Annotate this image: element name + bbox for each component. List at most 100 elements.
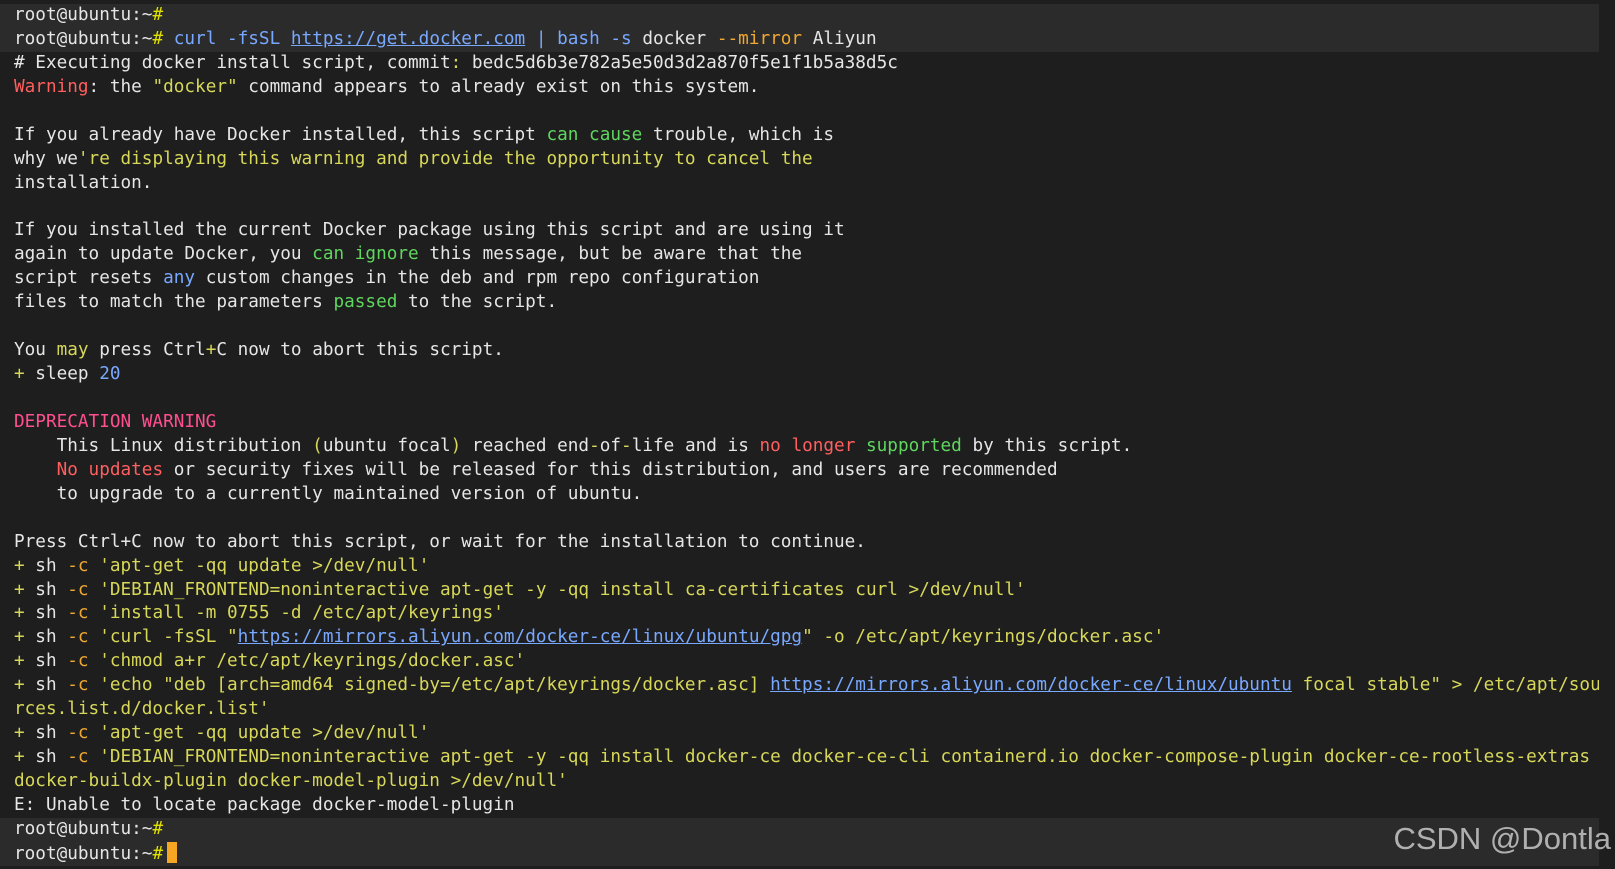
output-line: + sh -c 'curl -fsSL "https://mirrors.ali… xyxy=(0,626,1615,650)
terminal-text: by this script. xyxy=(961,435,1133,456)
terminal-text: -c xyxy=(67,555,89,576)
terminal-text: ) xyxy=(450,435,462,456)
url-link[interactable]: https://mirrors.aliyun.com/docker-ce/lin… xyxy=(238,627,802,647)
terminal-text: ( xyxy=(312,435,323,456)
terminal-text: root@ubuntu:~ xyxy=(14,843,153,864)
output-line: again to update Docker, you can ignore t… xyxy=(0,243,1615,267)
terminal-text: Warning xyxy=(14,76,89,97)
output-line: Warning: the "docker" command appears to… xyxy=(0,76,1615,100)
terminal-text: -c xyxy=(67,627,89,648)
terminal-text: + xyxy=(14,364,25,385)
terminal-text: # Executing docker install script, commi… xyxy=(14,52,451,73)
prompt-line: root@ubuntu:~# xyxy=(0,841,1615,866)
terminal-text: to upgrade to a currently maintained ver… xyxy=(14,483,643,504)
terminal-text: # xyxy=(152,818,164,839)
terminal-text: 'DEBIAN_FRONTEND=noninteractive apt-get … xyxy=(88,747,1601,768)
terminal-text: script resets xyxy=(14,268,164,289)
terminal-text: + xyxy=(14,651,25,672)
terminal-text: : the xyxy=(88,76,153,97)
terminal-text: -c xyxy=(67,747,89,768)
terminal-text: # xyxy=(152,28,164,49)
terminal-output: root@ubuntu:~# root@ubuntu:~# curl -fsSL … xyxy=(0,4,1615,866)
terminal-text: 20 xyxy=(99,364,121,385)
terminal-text: focal stable" > /etc/apt/sou xyxy=(1291,675,1601,696)
terminal-text: -c xyxy=(67,675,89,696)
watermark: CSDN @Dontla xyxy=(1393,821,1611,856)
terminal-text: custom changes in the deb and rpm repo c… xyxy=(195,268,760,289)
output-line: + sh -c 'DEBIAN_FRONTEND=noninteractive … xyxy=(0,579,1615,603)
terminal-text: curl -fsSL xyxy=(163,28,291,49)
output-line: why we're displaying this warning and pr… xyxy=(0,148,1615,172)
terminal-text: 'chmod a+r /etc/apt/keyrings/docker.asc' xyxy=(88,651,526,672)
terminal-text: + xyxy=(14,627,25,648)
terminal-text: rces.list.d/docker.list' xyxy=(14,699,270,720)
output-line: + sh -c 'install -m 0755 -d /etc/apt/key… xyxy=(0,602,1615,626)
url-link[interactable]: https://get.docker.com xyxy=(291,29,525,49)
output-line: E: Unable to locate package docker-model… xyxy=(0,794,1615,818)
output-line: + sleep 20 xyxy=(0,363,1615,387)
terminal-text: sh xyxy=(24,651,68,672)
output-line: # Executing docker install script, commi… xyxy=(0,52,1615,76)
terminal-text: docker-buildx-plugin docker-model-plugin… xyxy=(14,771,568,791)
terminal-text: docker xyxy=(642,28,717,49)
url-link[interactable]: https://mirrors.aliyun.com/docker-ce/lin… xyxy=(770,675,1292,695)
terminal-text: files to match the parameters xyxy=(14,292,334,313)
terminal-text: 'echo "deb [arch=amd64 signed-by=/etc/ap… xyxy=(88,675,771,696)
prompt-line: root@ubuntu:~# xyxy=(0,817,1615,842)
terminal-text: + xyxy=(14,675,25,696)
terminal-text: + xyxy=(205,340,217,361)
terminal-text: "docker" xyxy=(152,76,238,97)
text-cursor[interactable] xyxy=(167,841,178,863)
output-line: If you installed the current Docker pack… xyxy=(0,219,1615,243)
terminal-text: sleep xyxy=(24,364,100,385)
terminal-window[interactable]: root@ubuntu:~# root@ubuntu:~# curl -fsSL … xyxy=(0,0,1615,869)
terminal-text: press Ctrl xyxy=(88,340,206,361)
terminal-text: --mirror xyxy=(716,28,803,49)
terminal-text: any xyxy=(163,268,196,289)
output-line: installation. xyxy=(0,172,1615,196)
terminal-text: to the script. xyxy=(397,292,558,313)
terminal-text: sh xyxy=(24,603,68,624)
terminal-text: again to update Docker, you xyxy=(14,244,313,265)
output-line: + sh -c 'echo "deb [arch=amd64 signed-by… xyxy=(0,674,1615,698)
scrollbar[interactable] xyxy=(1599,0,1615,869)
terminal-text: + xyxy=(14,555,25,576)
terminal-text: + xyxy=(14,747,25,768)
output-line: This Linux distribution (ubuntu focal) r… xyxy=(0,435,1615,459)
output-line: script resets any custom changes in the … xyxy=(0,267,1615,291)
output-line: + sh -c 'apt-get -qq update >/dev/null' xyxy=(0,722,1615,746)
output-line: to upgrade to a currently maintained ver… xyxy=(0,483,1615,507)
terminal-text: trouble, which is xyxy=(642,124,834,145)
terminal-text: sh xyxy=(24,723,68,744)
terminal-text: -c xyxy=(67,603,89,624)
output-line: DEPRECATION WARNING xyxy=(0,411,1615,435)
terminal-text: sh xyxy=(24,675,68,696)
terminal-text: bedc5d6b3e782a5e50d3d2a870f5e1f1b5a38d5c xyxy=(461,52,898,73)
terminal-text: 'curl -fsSL " xyxy=(88,627,238,648)
terminal-text: Press Ctrl+C now to abort this script, o… xyxy=(14,531,866,552)
terminal-text: 're displaying this warning and provide … xyxy=(77,148,813,169)
terminal-text: - xyxy=(589,435,600,456)
terminal-text: passed xyxy=(333,292,398,313)
terminal-text: This Linux distribution xyxy=(14,435,313,456)
terminal-text: installation. xyxy=(14,172,153,193)
terminal-text: DEPRECATION WARNING xyxy=(14,411,217,432)
terminal-text: If you installed the current Docker pack… xyxy=(14,220,845,241)
terminal-text: -c xyxy=(67,579,89,600)
terminal-text: | bash -s xyxy=(525,28,643,49)
terminal-text: + xyxy=(14,723,25,744)
terminal-text: + xyxy=(14,579,25,600)
output-line: No updates or security fixes will be rel… xyxy=(0,459,1615,483)
terminal-text: E: Unable to locate package docker-model… xyxy=(14,794,515,815)
terminal-text: 'install -m 0755 -d /etc/apt/keyrings' xyxy=(88,603,504,624)
terminal-text: + xyxy=(14,603,25,624)
terminal-text: of xyxy=(599,435,622,456)
terminal-text: " -o /etc/apt/keyrings/docker.asc' xyxy=(802,627,1165,648)
terminal-text: You xyxy=(14,340,57,361)
terminal-text: sh xyxy=(24,555,68,576)
